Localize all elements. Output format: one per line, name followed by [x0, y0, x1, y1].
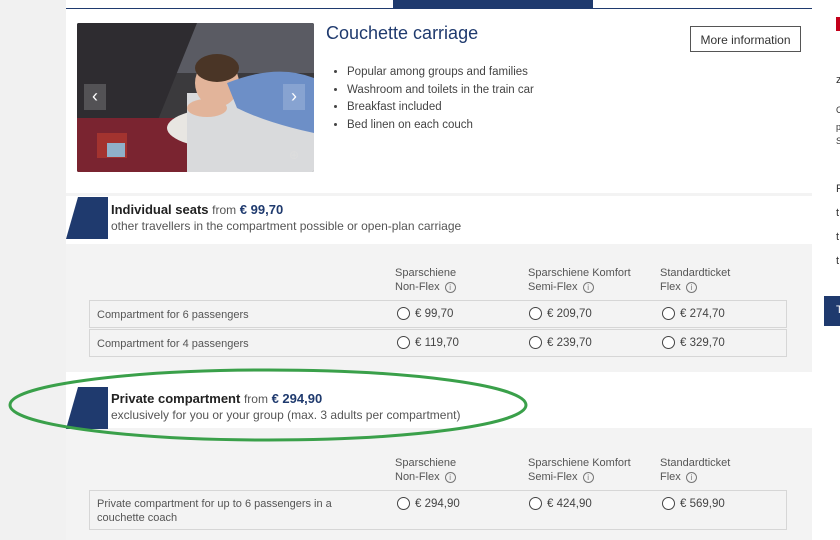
- column-header-standardticket: Standardticket Flex i: [660, 266, 730, 294]
- zoom-icon[interactable]: ⊕: [289, 148, 303, 162]
- column-sub[interactable]: Semi-Flex i: [528, 280, 631, 294]
- column-sub[interactable]: Flex i: [660, 280, 730, 294]
- feature-item: Washroom and toilets in the train car: [347, 82, 534, 100]
- sidebar-fragment-text: F: [836, 183, 840, 195]
- price-option-radio[interactable]: € 239,70: [529, 336, 592, 350]
- section-subtitle: other travellers in the compartment poss…: [111, 219, 462, 233]
- tab-active-indicator[interactable]: [393, 0, 593, 8]
- section-flag-icon: [66, 197, 108, 239]
- info-icon[interactable]: i: [685, 281, 697, 293]
- from-price: € 99,70: [239, 202, 284, 217]
- brand-marker: [836, 17, 840, 31]
- info-icon[interactable]: i: [582, 281, 594, 293]
- sidebar-fragment-text: t: [836, 231, 840, 243]
- radio-button[interactable]: [662, 497, 675, 511]
- price-option-radio[interactable]: € 424,90: [529, 497, 592, 511]
- carriage-title: Couchette carriage: [326, 23, 479, 43]
- price-option-radio[interactable]: € 119,70: [397, 336, 459, 350]
- sidebar-fragment-button[interactable]: T: [824, 296, 840, 326]
- price-option-radio[interactable]: € 99,70: [397, 307, 453, 321]
- column-sub[interactable]: Non-Flex i: [395, 280, 456, 294]
- radio-button[interactable]: [529, 336, 542, 350]
- sidebar-fragment-text: z: [836, 74, 840, 86]
- column-sub[interactable]: Semi-Flex i: [528, 470, 631, 484]
- sidebar-fragment-text: T: [836, 304, 840, 316]
- feature-list: Popular among groups and families Washro…: [333, 64, 534, 134]
- column-sub[interactable]: Non-Flex i: [395, 470, 456, 484]
- info-icon[interactable]: i: [582, 471, 594, 483]
- radio-button[interactable]: [397, 307, 410, 321]
- sidebar-fragment-text: S: [836, 136, 840, 146]
- radio-button[interactable]: [397, 336, 410, 350]
- column-header-sparschiene-komfort: Sparschiene Komfort Semi-Flex i: [528, 456, 631, 484]
- column-header-sparschiene: Sparschiene Non-Flex i: [395, 456, 456, 484]
- highlight-ellipse: [8, 368, 528, 442]
- from-label: from: [212, 203, 237, 217]
- column-name: Standardticket: [660, 267, 731, 279]
- column-name: Sparschiene: [395, 457, 457, 469]
- radio-button[interactable]: [529, 307, 542, 321]
- table-row: Compartment for 6 passengers € 99,70 € 2…: [89, 300, 787, 328]
- column-name: Standardticket: [660, 457, 731, 469]
- carousel-prev-button[interactable]: ‹: [84, 84, 106, 110]
- feature-item: Popular among groups and families: [347, 64, 534, 82]
- price-option-radio[interactable]: € 329,70: [662, 336, 725, 350]
- carriage-photo[interactable]: [77, 23, 314, 172]
- sidebar-fragment-text: C: [836, 105, 840, 115]
- column-header-sparschiene-komfort: Sparschiene Komfort Semi-Flex i: [528, 266, 631, 294]
- info-icon[interactable]: i: [444, 281, 456, 293]
- sidebar-fragment-text: t: [836, 255, 840, 267]
- table-row: Private compartment for up to 6 passenge…: [89, 490, 787, 530]
- row-label: Private compartment for up to 6 passenge…: [97, 498, 332, 524]
- column-sub[interactable]: Flex i: [660, 470, 730, 484]
- price-option-radio[interactable]: € 209,70: [529, 307, 592, 321]
- section-title: Individual seats from € 99,70: [111, 202, 283, 217]
- column-header-sparschiene: Sparschiene Non-Flex i: [395, 266, 456, 294]
- section-title-text: Individual seats: [111, 202, 209, 217]
- radio-button[interactable]: [662, 336, 675, 350]
- info-icon[interactable]: i: [444, 471, 456, 483]
- radio-button[interactable]: [397, 497, 410, 511]
- price-option-radio[interactable]: € 294,90: [397, 497, 460, 511]
- column-name: Sparschiene Komfort: [528, 457, 631, 469]
- price-option-radio[interactable]: € 569,90: [662, 497, 725, 511]
- radio-button[interactable]: [529, 497, 542, 511]
- carousel-next-button[interactable]: ›: [283, 84, 305, 110]
- row-label: Compartment for 4 passengers: [97, 338, 249, 350]
- table-row: Compartment for 4 passengers € 119,70 € …: [89, 329, 787, 357]
- column-header-standardticket: Standardticket Flex i: [660, 456, 730, 484]
- feature-item: Breakfast included: [347, 99, 534, 117]
- more-information-button[interactable]: More information: [690, 26, 801, 52]
- column-name: Sparschiene Komfort: [528, 267, 631, 279]
- row-label: Compartment for 6 passengers: [97, 309, 249, 321]
- info-icon[interactable]: i: [685, 471, 697, 483]
- column-name: Sparschiene: [395, 267, 457, 279]
- sidebar-fragment-text: t: [836, 207, 840, 219]
- price-option-radio[interactable]: € 274,70: [662, 307, 725, 321]
- radio-button[interactable]: [662, 307, 675, 321]
- sidebar-fragment-text: p: [836, 122, 840, 132]
- feature-item: Bed linen on each couch: [347, 117, 534, 135]
